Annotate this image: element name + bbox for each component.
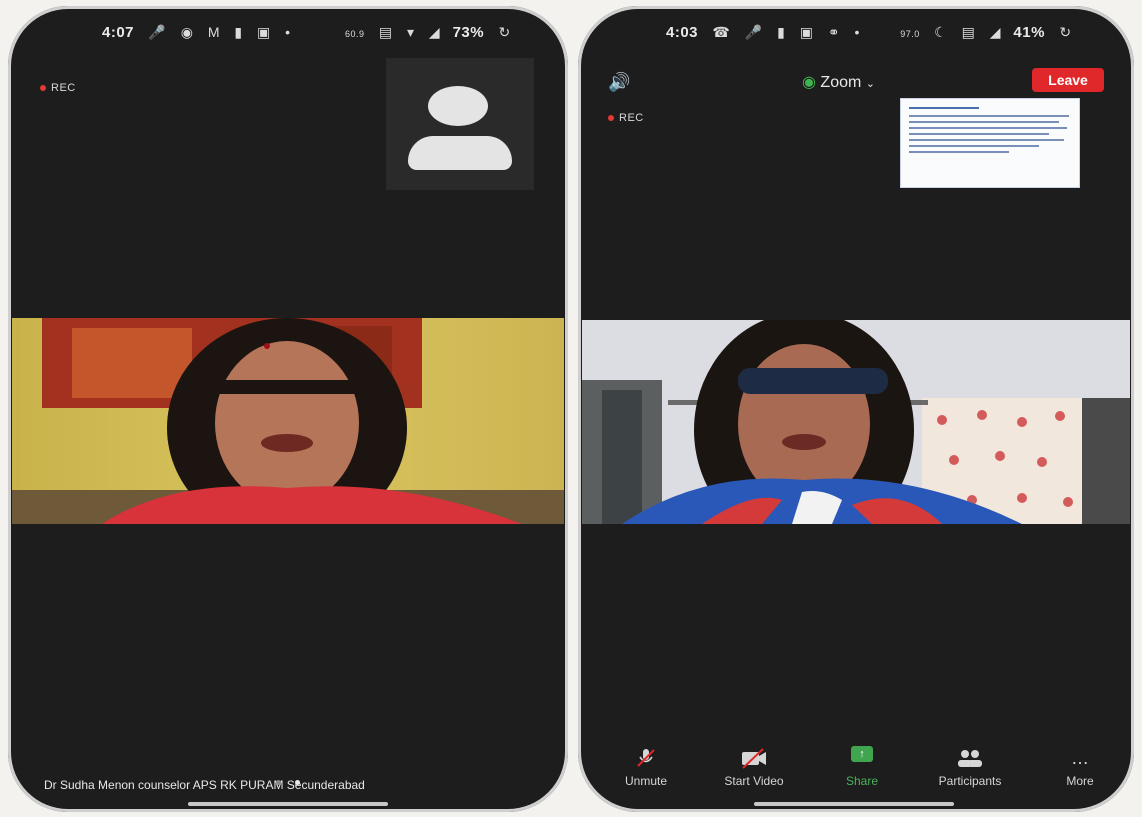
rec-label: REC <box>619 112 644 124</box>
battery-icon: ↻ <box>1059 24 1072 40</box>
image-icon: ▣ <box>799 24 814 40</box>
unmute-label: Unmute <box>624 774 668 788</box>
chevron-down-icon: ⌄ <box>865 78 875 90</box>
mic-icon: 🎤 <box>744 24 763 40</box>
doc-line <box>909 127 1067 129</box>
video-off-icon <box>742 748 766 769</box>
avatar-head <box>428 86 488 126</box>
status-bar: 4:07 🎤 ◉ M ▮ ▣ • 60.9 ▤ ▾ ◢ 73% ↻ <box>102 24 511 41</box>
camera-icon: ▮ <box>777 24 786 40</box>
leave-button[interactable]: Leave <box>1032 68 1104 92</box>
shield-icon: ◉ <box>802 74 816 91</box>
page-dot-active <box>295 780 300 785</box>
participant-name-caption: Dr Sudha Menon counselor APS RK PURAM Se… <box>44 778 365 792</box>
dot-icon: • <box>854 24 860 40</box>
doc-line <box>909 151 1009 153</box>
doc-line <box>909 133 1049 135</box>
more-button[interactable]: … More <box>1030 746 1130 788</box>
page-dot <box>276 780 281 785</box>
doc-line <box>909 121 1059 123</box>
phone-screen-right: 4:03 ☎ 🎤 ▮ ▣ ⚭ • 97.0 ☾ ▤ ◢ 41% ↻ 🔊 ◉ Zo… <box>578 6 1134 812</box>
more-icon: … <box>1071 748 1089 768</box>
doc-line <box>909 115 1069 117</box>
status-time: 4:07 <box>102 24 135 41</box>
net-speed: 97.0 <box>900 29 920 39</box>
status-bar: 4:03 ☎ 🎤 ▮ ▣ ⚭ • 97.0 ☾ ▤ ◢ 41% ↻ <box>666 24 1072 41</box>
battery-icon: ↻ <box>498 24 511 40</box>
phone-screen-left: 4:07 🎤 ◉ M ▮ ▣ • 60.9 ▤ ▾ ◢ 73% ↻ REC Dr… <box>8 6 568 812</box>
share-icon: ↑ <box>851 746 873 762</box>
dot-icon: • <box>285 24 291 40</box>
recording-indicator: REC <box>608 112 644 124</box>
speaker-video[interactable] <box>12 318 564 524</box>
rec-label: REC <box>51 82 76 94</box>
key-icon: ⚭ <box>827 24 841 40</box>
shared-screen-thumbnail[interactable] <box>900 98 1080 188</box>
mail-icon: M <box>207 24 221 40</box>
home-indicator[interactable] <box>754 802 954 806</box>
share-label: Share <box>845 774 879 788</box>
battery-level: 73% <box>452 24 485 41</box>
speaker-video[interactable] <box>582 320 1130 524</box>
participants-button[interactable]: Participants <box>920 746 1020 788</box>
net-speed: 60.9 <box>344 29 365 39</box>
wifi-icon: ▾ <box>407 24 415 40</box>
home-indicator[interactable] <box>188 802 388 806</box>
doc-line <box>909 107 979 109</box>
battery-level: 41% <box>1013 24 1045 41</box>
more-label: More <box>1066 774 1094 788</box>
doc-line <box>909 139 1064 141</box>
start-video-label: Start Video <box>724 774 784 788</box>
whatsapp-icon: ☎ <box>712 24 731 40</box>
moon-icon: ☾ <box>934 24 948 40</box>
recording-indicator: REC <box>40 82 76 94</box>
mic-muted-icon <box>637 749 655 767</box>
speaker-video-frame <box>12 318 564 524</box>
data-icon: ▤ <box>961 24 976 40</box>
page-indicator <box>276 772 314 790</box>
status-time: 4:03 <box>666 24 699 41</box>
location-icon: ◉ <box>180 24 194 40</box>
rec-dot-icon <box>608 115 614 122</box>
mic-icon: 🎤 <box>148 24 167 40</box>
signal-icon: ◢ <box>428 24 441 40</box>
participants-label: Participants <box>938 774 1002 788</box>
start-video-button[interactable]: Start Video <box>704 746 804 788</box>
image-icon: ▣ <box>257 24 271 40</box>
share-button[interactable]: ↑ Share <box>812 746 912 788</box>
speaker-icon[interactable]: 🔊 <box>608 72 630 93</box>
meeting-title[interactable]: ◉ Zoom ⌄ <box>802 72 875 92</box>
participants-icon <box>958 750 982 767</box>
signal-icon: ◢ <box>989 24 1002 40</box>
data-icon: ▤ <box>378 24 393 40</box>
speaker-video-frame <box>582 320 1130 524</box>
meeting-toolbar: Unmute Start Video ↑ Share Participants <box>578 746 1134 806</box>
self-view-thumbnail[interactable] <box>386 58 534 190</box>
avatar-body <box>408 136 512 170</box>
doc-line <box>909 145 1039 147</box>
unmute-button[interactable]: Unmute <box>596 746 696 788</box>
app-title: Zoom <box>820 74 862 91</box>
rec-dot-icon <box>40 85 46 92</box>
camera-icon: ▮ <box>234 24 243 40</box>
